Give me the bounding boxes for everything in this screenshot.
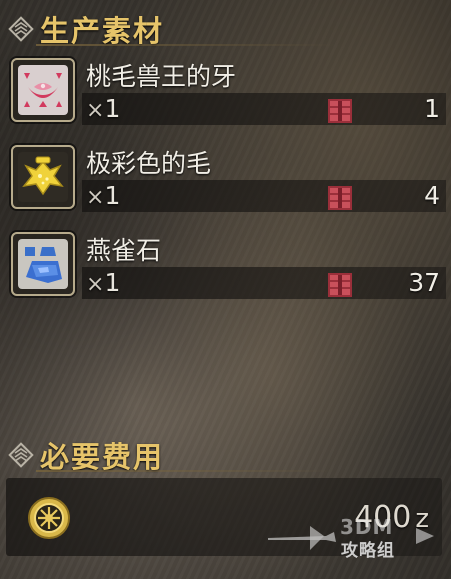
material-owned-count: 4	[424, 181, 440, 210]
item-box-icon	[328, 273, 352, 297]
yellow-pelt-icon	[18, 152, 68, 202]
material-bar	[82, 267, 446, 299]
material-icon-frame	[11, 232, 75, 296]
material-icon-frame	[11, 58, 75, 122]
craft-section-icon	[8, 442, 34, 468]
material-name: 燕雀石	[86, 236, 162, 265]
material-owned-count: 1	[424, 94, 440, 123]
cost-header-underline	[36, 470, 336, 472]
materials-header-underline	[36, 44, 336, 46]
material-item[interactable]: 燕雀石 ×1 37	[8, 228, 448, 304]
material-icon-frame	[11, 145, 75, 209]
material-owned-count: 37	[408, 268, 440, 297]
craft-section-icon	[8, 16, 34, 42]
material-required-qty: ×1	[86, 268, 121, 297]
material-required-qty: ×1	[86, 94, 121, 123]
pink-fang-icon	[18, 65, 68, 115]
material-name: 桃毛兽王的牙	[86, 62, 237, 91]
zenny-coin-icon	[28, 497, 70, 539]
material-bar	[82, 93, 446, 125]
item-box-icon	[328, 99, 352, 123]
item-box-icon	[328, 186, 352, 210]
material-required-qty: ×1	[86, 181, 121, 210]
material-item[interactable]: 桃毛兽王的牙 ×1 1	[8, 54, 448, 130]
watermark-text: 攻略组	[341, 541, 395, 561]
blue-ore-icon	[18, 239, 68, 289]
material-name: 极彩色的毛	[86, 149, 212, 178]
material-bar	[82, 180, 446, 212]
material-item[interactable]: 极彩色的毛 ×1 4	[8, 141, 448, 217]
